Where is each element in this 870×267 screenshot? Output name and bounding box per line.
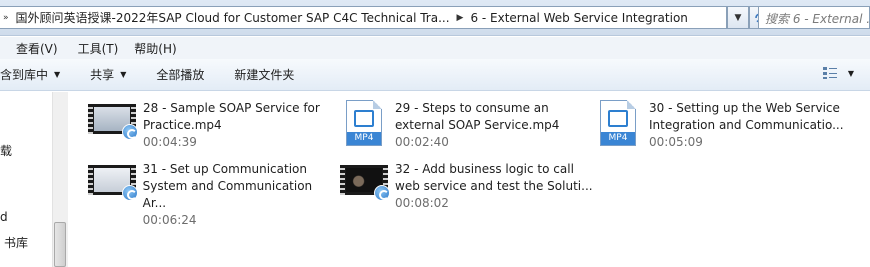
menu-bar: 查看(V) 工具(T) 帮助(H) xyxy=(0,37,870,59)
address-bar[interactable]: » 国外顾问英语授课-2022年SAP Cloud for Customer S… xyxy=(0,6,727,29)
file-name: Integration and Communicatio... xyxy=(649,118,844,132)
file-type-badge: MP4 xyxy=(601,132,635,145)
file-item[interactable]: 28 - Sample SOAP Service for Practice.mp… xyxy=(88,100,338,158)
media-player-badge-icon xyxy=(121,185,138,201)
file-name: 32 - Add business logic to call xyxy=(395,162,574,176)
play-all-button[interactable]: 全部播放 xyxy=(141,66,219,83)
file-duration: 00:08:02 xyxy=(395,196,449,210)
share-label: 共享 xyxy=(90,68,115,82)
video-thumbnail xyxy=(88,161,138,203)
menu-tools[interactable]: 工具(T) xyxy=(64,40,125,57)
file-name: 29 - Steps to consume an xyxy=(395,101,549,115)
new-folder-button[interactable]: 新建文件夹 xyxy=(219,66,309,83)
file-name: 31 - Set up Communication xyxy=(142,162,307,176)
file-duration: 00:05:09 xyxy=(649,135,703,149)
breadcrumb-parent-folder[interactable]: 国外顾问英语授课-2022年SAP Cloud for Customer SAP… xyxy=(12,9,454,26)
media-player-badge-icon xyxy=(374,185,390,201)
file-item[interactable]: 32 - Add business logic to call web serv… xyxy=(340,161,595,219)
chevron-down-icon: ▼ xyxy=(54,70,61,79)
address-bar-row: » 国外顾问英语授课-2022年SAP Cloud for Customer S… xyxy=(0,0,870,36)
new-folder-label: 新建文件夹 xyxy=(234,68,295,82)
chevron-down-icon: ▼ xyxy=(734,12,742,23)
file-item[interactable]: MP4 29 - Steps to consume an external SO… xyxy=(340,100,595,158)
file-item[interactable]: MP4 30 - Setting up the Web Service Inte… xyxy=(594,100,864,158)
command-bar: 含到库中 ▼ 共享 ▼ 全部播放 新建文件夹 ▼ xyxy=(0,59,870,91)
chevron-down-icon: ▼ xyxy=(120,70,127,79)
file-name: 28 - Sample SOAP Service for xyxy=(143,101,320,115)
video-thumbnail xyxy=(340,161,390,203)
file-name: System and Communication Ar... xyxy=(142,179,313,210)
file-duration: 00:02:40 xyxy=(395,135,449,149)
mp4-file-icon: MP4 xyxy=(594,100,644,146)
nav-item-libraries[interactable]: 书库 xyxy=(4,234,28,251)
nav-item-partial[interactable]: d xyxy=(0,210,8,224)
file-duration: 00:06:24 xyxy=(142,213,197,227)
file-item[interactable]: 31 - Set up Communication System and Com… xyxy=(88,161,338,227)
search-input[interactable]: 搜索 6 - External ... xyxy=(758,6,870,29)
share-button[interactable]: 共享 ▼ xyxy=(75,66,141,83)
video-camera-icon xyxy=(354,110,374,127)
menu-view[interactable]: 查看(V) xyxy=(0,40,64,57)
chevron-down-icon[interactable]: ▼ xyxy=(848,69,854,78)
view-options-icon xyxy=(822,67,837,79)
file-duration: 00:04:39 xyxy=(143,135,197,149)
menu-help[interactable]: 帮助(H) xyxy=(124,40,182,57)
change-view-button[interactable]: ▼ xyxy=(822,66,854,80)
breadcrumb-overflow-chevron-icon[interactable]: » xyxy=(0,13,12,23)
mp4-file-icon: MP4 xyxy=(340,100,390,146)
breadcrumb-separator-icon[interactable]: ▶ xyxy=(454,13,467,23)
file-name: web service and test the Soluti... xyxy=(395,179,593,193)
file-name: Practice.mp4 xyxy=(143,118,222,132)
include-in-library-button[interactable]: 含到库中 ▼ xyxy=(0,66,75,83)
media-player-badge-icon xyxy=(122,124,138,140)
address-dropdown-button[interactable]: ▼ xyxy=(727,6,749,29)
nav-item-partial[interactable]: 载 xyxy=(0,142,12,159)
video-camera-icon xyxy=(608,110,628,127)
file-type-badge: MP4 xyxy=(347,132,381,145)
file-name: 30 - Setting up the Web Service xyxy=(649,101,840,115)
file-name: external SOAP Service.mp4 xyxy=(395,118,560,132)
video-thumbnail xyxy=(88,100,138,142)
play-all-label: 全部播放 xyxy=(156,68,205,82)
include-in-library-label: 含到库中 xyxy=(0,68,49,82)
scrollbar-thumb[interactable] xyxy=(54,222,66,267)
breadcrumb-current-folder[interactable]: 6 - External Web Service Integration xyxy=(466,11,691,25)
